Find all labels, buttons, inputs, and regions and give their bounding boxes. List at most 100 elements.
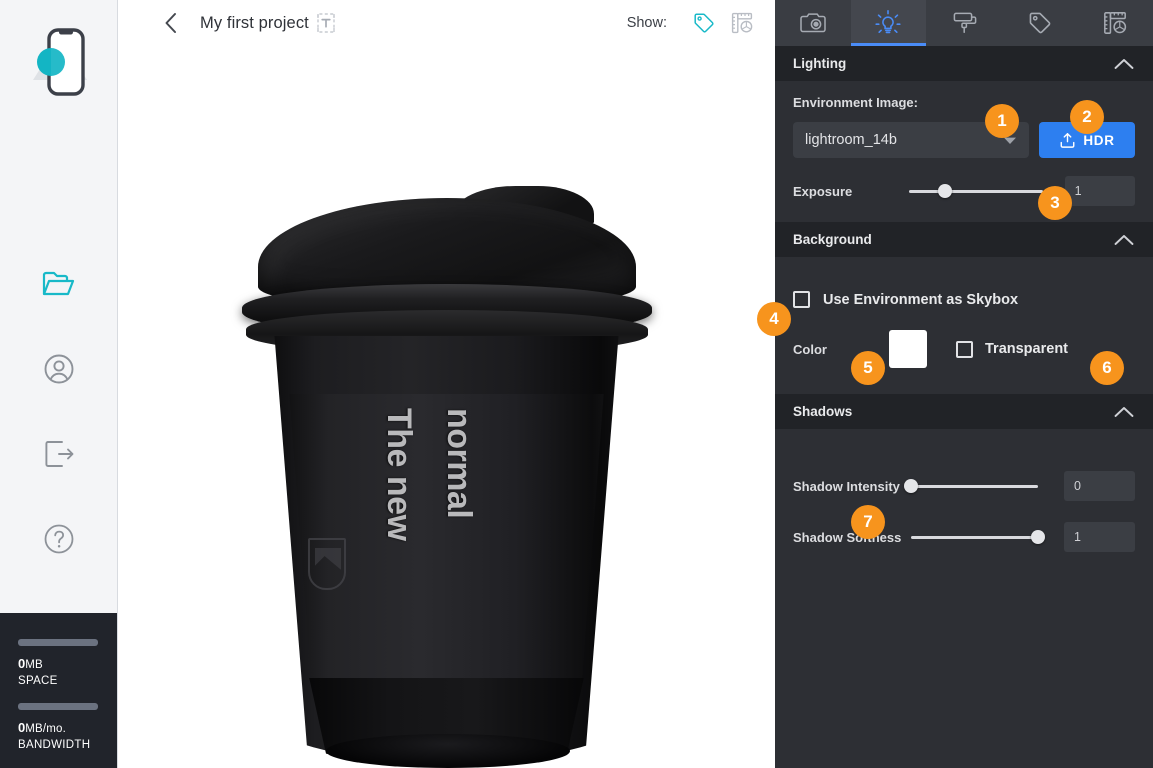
- coffee-cup-model: The new normal: [232, 186, 662, 768]
- shadow-intensity-slider[interactable]: [903, 477, 1039, 495]
- sidebar-item-projects[interactable]: [37, 262, 81, 306]
- callout-badge-2: 2: [1070, 100, 1104, 134]
- shadow-intensity-track: [910, 484, 1039, 488]
- logout-icon: [44, 441, 73, 467]
- shadow-softness-row: Shadow Softness 1: [793, 522, 1135, 552]
- usage-space: 0MB SPACE: [18, 639, 99, 687]
- usage-bandwidth: 0MB/mo. BANDWIDTH: [18, 703, 99, 751]
- page-title: My first project: [200, 13, 309, 32]
- exposure-slider[interactable]: [909, 182, 1043, 200]
- chevron-up-icon: [1114, 234, 1134, 245]
- callout-badge-1: 1: [985, 104, 1019, 138]
- callout-badge-5: 5: [851, 351, 885, 385]
- section-title-lighting: Lighting: [793, 56, 847, 71]
- shadow-intensity-label: Shadow Intensity: [793, 478, 900, 494]
- top-bar: My first project Show:: [118, 0, 775, 46]
- usage-space-label: SPACE: [18, 675, 58, 687]
- section-body-shadows: Shadow Intensity 0 Shadow Softness 1: [775, 429, 1153, 568]
- chevron-left-icon: [165, 13, 176, 33]
- measure-icon: [1104, 12, 1127, 34]
- usage-stats: 0MB SPACE 0MB/mo. BANDWIDTH: [0, 613, 117, 768]
- cup-sleeve-badge: [307, 538, 346, 590]
- panel-tabbar: [775, 0, 1153, 46]
- sidebar-item-account[interactable]: [37, 347, 81, 391]
- callout-badge-3: 3: [1038, 186, 1072, 220]
- show-toggle-dimensions[interactable]: [723, 6, 761, 40]
- shadow-softness-value[interactable]: 1: [1064, 522, 1135, 552]
- collapse-lighting-button[interactable]: [1113, 57, 1135, 71]
- account-icon: [44, 354, 73, 384]
- callout-badge-7: 7: [851, 505, 885, 539]
- section-header-lighting[interactable]: Lighting: [775, 46, 1153, 81]
- exposure-slider-thumb[interactable]: [938, 184, 953, 198]
- usage-bandwidth-bar: [18, 703, 98, 710]
- callout-badge-6: 6: [1090, 351, 1124, 385]
- paint-roller-icon: [953, 12, 977, 34]
- sidebar-item-logout[interactable]: [37, 432, 81, 476]
- use-environment-as-skybox-label: Use Environment as Skybox: [823, 291, 1019, 308]
- exposure-slider-track: [909, 189, 1043, 193]
- chevron-up-icon: [1114, 58, 1134, 69]
- shadow-intensity-thumb[interactable]: [903, 479, 918, 493]
- shadow-intensity-value[interactable]: 0: [1064, 471, 1135, 501]
- upload-hdr-label: HDR: [1083, 132, 1115, 148]
- shadow-softness-track: [910, 535, 1039, 539]
- sidebar-item-help[interactable]: [37, 517, 81, 561]
- back-button[interactable]: [158, 10, 184, 36]
- sidebar-nav: [37, 262, 81, 561]
- shadow-softness-slider[interactable]: [910, 528, 1046, 546]
- shadow-softness-thumb[interactable]: [1031, 530, 1046, 544]
- background-color-swatch[interactable]: [889, 330, 927, 368]
- tab-camera[interactable]: [775, 0, 851, 46]
- folder-icon: [42, 271, 74, 296]
- usage-space-unit: MB: [25, 659, 43, 671]
- model-viewport[interactable]: The new normal: [118, 46, 775, 768]
- main-area: My first project Show: The new normal: [118, 0, 775, 768]
- left-sidebar: 0MB SPACE 0MB/mo. BANDWIDTH: [0, 0, 118, 768]
- show-toggle-annotations[interactable]: [685, 6, 723, 40]
- measure-icon: [731, 12, 753, 34]
- transparent-checkbox[interactable]: [956, 340, 973, 358]
- section-title-background: Background: [793, 232, 872, 247]
- tab-dimensions[interactable]: [1077, 0, 1153, 46]
- usage-bandwidth-unit: MB/mo.: [25, 723, 67, 735]
- phone-logo[interactable]: [27, 24, 91, 102]
- tab-materials[interactable]: [926, 0, 1002, 46]
- collapse-background-button[interactable]: [1113, 233, 1135, 247]
- background-color-row: Color Transparent: [793, 330, 1135, 368]
- tab-lighting[interactable]: [850, 0, 927, 46]
- exposure-value[interactable]: 1: [1064, 176, 1135, 206]
- tag-icon: [694, 13, 714, 33]
- chevron-up-icon: [1114, 406, 1134, 417]
- app-root: 0MB SPACE 0MB/mo. BANDWIDTH My first pro…: [0, 0, 1153, 768]
- show-label: Show:: [626, 15, 667, 31]
- environment-select-value: lightroom_14b: [805, 132, 897, 148]
- phone-logo-icon: [32, 28, 87, 96]
- use-environment-as-skybox-checkbox[interactable]: [793, 291, 810, 308]
- callout-badge-4: 4: [757, 302, 791, 336]
- collapse-shadows-button[interactable]: [1113, 405, 1135, 419]
- shadow-intensity-row: Shadow Intensity 0: [793, 471, 1135, 501]
- tab-annotations[interactable]: [1002, 0, 1078, 46]
- cup-text-line2: normal: [439, 408, 478, 519]
- lightbulb-icon: [875, 10, 901, 34]
- section-header-background[interactable]: Background: [775, 222, 1153, 257]
- shadow-intensity-slider-wrap: [903, 477, 1039, 495]
- upload-icon: [1060, 132, 1075, 148]
- exposure-label: Exposure: [793, 183, 853, 199]
- shadow-softness-label: Shadow Softness: [793, 529, 902, 545]
- tag-icon: [1029, 12, 1050, 34]
- exposure-row: Exposure 1: [793, 176, 1135, 206]
- cup-base-ellipse: [325, 734, 570, 768]
- cup-text-line1: The new: [379, 408, 418, 541]
- skybox-row: Use Environment as Skybox: [793, 291, 1135, 308]
- section-header-shadows[interactable]: Shadows: [775, 394, 1153, 429]
- section-title-shadows: Shadows: [793, 404, 853, 419]
- usage-space-bar: [18, 639, 98, 646]
- shadow-softness-slider-wrap: [910, 528, 1046, 546]
- usage-bandwidth-label: BANDWIDTH: [18, 739, 91, 751]
- transparent-label: Transparent: [985, 341, 1068, 357]
- rename-text-icon[interactable]: [316, 12, 336, 34]
- camera-icon: [800, 13, 826, 33]
- help-icon: [44, 524, 73, 554]
